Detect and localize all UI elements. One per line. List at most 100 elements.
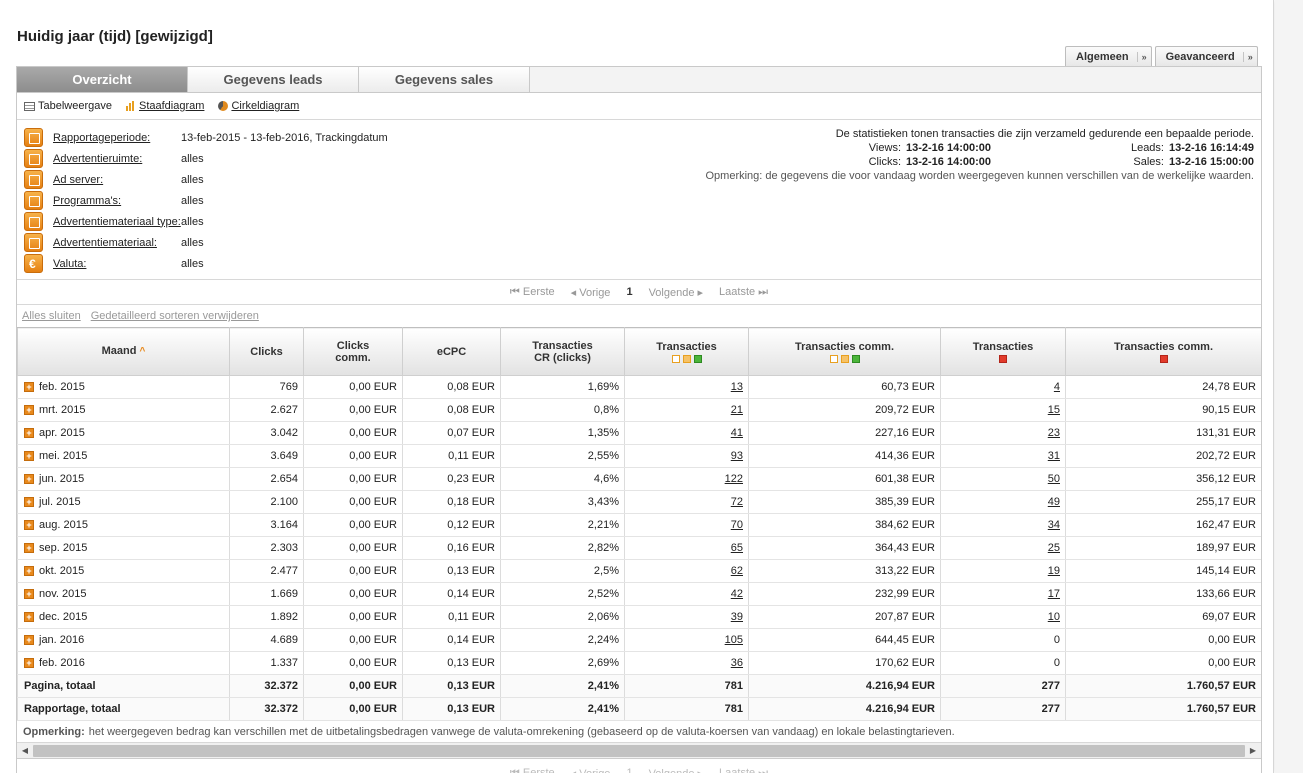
remark: Opmerking: het weergegeven bedrag kan ve… [17,721,1261,743]
transactions-link[interactable]: 72 [731,496,743,508]
horizontal-scrollbar[interactable]: ◀ ▶ [17,743,1261,759]
filter-row: Valuta: alles [24,253,388,274]
transactions-comm-column-header[interactable]: Transacties comm. [748,327,941,376]
cell-clicks: 3.164 [229,513,304,537]
general-view-label: Algemeen [1076,51,1129,63]
filter-row: Programma's: alles [24,190,388,211]
table-view-mode[interactable]: Tabelweergave [24,100,112,112]
last-page-link[interactable]: Laatste ⏭ [719,767,768,773]
filter-label[interactable]: Rapportageperiode: [53,132,181,144]
filter-label[interactable]: Advertentiemateriaal: [53,237,181,249]
expand-row-icon[interactable]: + [24,428,34,439]
transactions-link[interactable]: 62 [731,565,743,577]
scrollbar-thumb[interactable] [33,744,1245,757]
cell-trans: 42 [624,582,749,606]
transactions-link[interactable]: 34 [1048,519,1060,531]
transactions-link[interactable]: 23 [1048,427,1060,439]
expand-row-icon[interactable]: + [24,405,34,416]
next-page-link[interactable]: Volgende ▸ [649,286,703,299]
transactions-link[interactable]: 25 [1048,542,1060,554]
cell-trans: 41 [624,421,749,445]
bar-chart-mode[interactable]: Staafdiagram [126,100,204,112]
transactions-link[interactable]: 21 [731,404,743,416]
clicks-column-header[interactable]: Clicks [229,327,304,376]
transactions-link[interactable]: 19 [1048,565,1060,577]
expand-row-icon[interactable]: + [24,612,34,623]
tab-leads[interactable]: Gegevens leads [188,67,359,92]
first-page-link[interactable]: ⏮ Eerste [510,286,555,299]
filter-label[interactable]: Advertentiemateriaal type: [53,216,181,228]
expand-row-icon[interactable]: + [24,451,34,462]
transactions-link[interactable]: 42 [731,588,743,600]
page-gutter [1275,0,1303,773]
tab-overview[interactable]: Overzicht [17,67,188,92]
transactions-link[interactable]: 31 [1048,450,1060,462]
transactions-link[interactable]: 50 [1048,473,1060,485]
rejected-transactions-column-header[interactable]: Transacties [940,327,1066,376]
remove-sort-link[interactable]: Gedetailleerd sorteren verwijderen [91,310,259,322]
first-page-link[interactable]: ⏮ Eerste [510,767,555,773]
transactions-link[interactable]: 10 [1048,611,1060,623]
scroll-left-icon[interactable]: ◀ [17,746,33,755]
month-column-header[interactable]: Maand ^ [17,327,230,376]
tab-sales[interactable]: Gegevens sales [359,67,530,92]
close-all-link[interactable]: Alles sluiten [22,310,81,322]
cell-clicks-comm: 0,00 EUR [303,605,403,629]
general-view-button[interactable]: Algemeen » [1065,46,1152,67]
cell-rej: 17 [940,582,1066,606]
transactions-link[interactable]: 15 [1048,404,1060,416]
month-label: feb. 2015 [39,381,85,393]
expand-row-icon[interactable]: + [24,566,34,577]
transactions-link[interactable]: 17 [1048,588,1060,600]
cell-trans: 70 [624,513,749,537]
cell-rej: 15 [940,398,1066,422]
expand-row-icon[interactable]: + [24,382,34,393]
ecpc-column-header[interactable]: eCPC [402,327,501,376]
header-line: Transacties [972,340,1034,353]
month-label: sep. 2015 [39,542,88,554]
transactions-link[interactable]: 70 [731,519,743,531]
transactions-link[interactable]: 39 [731,611,743,623]
transactions-link[interactable]: 122 [725,473,743,485]
next-page-link[interactable]: Volgende ▸ [649,767,703,773]
expand-row-icon[interactable]: + [24,497,34,508]
transactions-column-header[interactable]: Transacties [624,327,749,376]
filter-label[interactable]: Ad server: [53,174,181,186]
expand-row-icon[interactable]: + [24,543,34,554]
expand-row-icon[interactable]: + [24,635,34,646]
transactions-link[interactable]: 93 [731,450,743,462]
transactions-link[interactable]: 65 [731,542,743,554]
cell-cr: 2,5% [500,559,625,583]
transactions-link[interactable]: 4 [1054,381,1060,393]
expand-row-icon[interactable]: + [24,474,34,485]
advanced-view-button[interactable]: Geavanceerd » [1154,46,1258,67]
prev-page-link[interactable]: ◂ Vorige [571,767,611,773]
prev-page-link[interactable]: ◂ Vorige [571,286,611,299]
last-page-link[interactable]: Laatste ⏭ [719,286,768,299]
month-label: mei. 2015 [39,450,88,462]
rejected-comm-column-header[interactable]: Transacties comm. [1065,327,1261,376]
transactions-link[interactable]: 13 [731,381,743,393]
cell-trans: 781 [624,697,749,721]
expand-row-icon[interactable]: + [24,589,34,600]
filter-label[interactable]: Valuta: [53,258,181,270]
scroll-right-icon[interactable]: ▶ [1245,746,1261,755]
filter-label[interactable]: Programma's: [53,195,181,207]
cell-trans-comm: 414,36 EUR [748,444,941,468]
rejected-status-icon [999,354,1007,363]
filter-label[interactable]: Advertentieruimte: [53,153,181,165]
cell-cr: 1,35% [500,421,625,445]
transactions-link[interactable]: 49 [1048,496,1060,508]
expand-row-icon[interactable]: + [24,520,34,531]
clicks-comm-column-header[interactable]: Clicks comm. [303,327,403,376]
transactions-link[interactable]: 41 [731,427,743,439]
expand-icon[interactable]: » [1242,52,1257,62]
transactions-link[interactable]: 36 [731,657,743,669]
transactions-link[interactable]: 105 [725,634,743,646]
table-view-label: Tabelweergave [38,100,112,112]
expand-icon[interactable]: » [1136,52,1151,62]
pie-chart-mode[interactable]: Cirkeldiagram [218,100,299,112]
expand-row-icon[interactable]: + [24,658,34,669]
cr-column-header[interactable]: Transacties CR (clicks) [500,327,625,376]
cell-cr: 2,21% [500,513,625,537]
